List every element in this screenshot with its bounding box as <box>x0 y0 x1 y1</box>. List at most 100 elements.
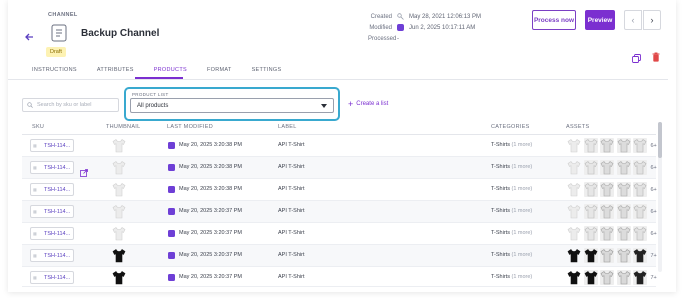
category-more[interactable]: (1 more) <box>511 230 532 236</box>
chevron-right-icon[interactable]: › <box>643 10 661 30</box>
asset-thumbnail[interactable] <box>600 226 614 241</box>
tshirt-thumbnail <box>112 204 126 219</box>
back-arrow-icon[interactable] <box>24 31 38 45</box>
label-value: API T-Shirt <box>278 208 305 214</box>
table-row[interactable]: ▦ TSH-114... May 20, 2025 3:20:37 PM API T-… <box>22 245 657 267</box>
assets-more-count[interactable]: 6+ <box>651 143 657 149</box>
tab-attributes[interactable]: ATTRIBUTES <box>87 67 144 77</box>
asset-thumbnail[interactable] <box>567 138 581 153</box>
last-modified-value: May 20, 2025 3:20:37 PM <box>179 252 242 258</box>
asset-thumbnail[interactable] <box>633 270 647 285</box>
asset-thumbnail[interactable] <box>633 138 647 153</box>
asset-thumbnail[interactable] <box>567 182 581 197</box>
asset-thumbnail[interactable] <box>567 160 581 175</box>
category-more[interactable]: (1 more) <box>511 142 532 148</box>
asset-thumbnail[interactable] <box>633 204 647 219</box>
asset-thumbnail[interactable] <box>633 248 647 263</box>
process-now-button[interactable]: Process now <box>532 10 576 30</box>
sku-field[interactable]: ▦ TSH-114... <box>30 227 74 240</box>
col-label[interactable]: LABEL <box>278 124 297 130</box>
category-value: T-Shirts (1 more) <box>491 252 532 258</box>
sku-field[interactable]: ▦ TSH-114... <box>30 183 74 196</box>
asset-thumbnail[interactable] <box>583 248 598 263</box>
asset-thumbnail[interactable] <box>583 270 598 285</box>
assets-strip: 6+ <box>567 226 657 241</box>
image-placeholder-icon: ▦ <box>33 275 37 280</box>
asset-thumbnail[interactable] <box>616 270 631 285</box>
tab-instructions[interactable]: INSTRUCTIONS <box>22 67 87 77</box>
chevron-left-icon[interactable]: ‹ <box>624 10 642 30</box>
asset-thumbnail[interactable] <box>600 248 614 263</box>
asset-thumbnail[interactable] <box>600 204 614 219</box>
table-row[interactable]: ▦ TSH-114... May 20, 2025 3:20:38 PM API T-… <box>22 179 657 201</box>
asset-thumbnail[interactable] <box>567 270 581 285</box>
asset-thumbnail[interactable] <box>616 182 631 197</box>
asset-thumbnail[interactable] <box>633 182 647 197</box>
assets-more-count[interactable]: 7+ <box>651 253 657 259</box>
processed-value: - <box>397 36 399 42</box>
scrollbar-thumb[interactable] <box>658 122 662 158</box>
tab-format[interactable]: FORMAT <box>197 67 242 77</box>
asset-thumbnail[interactable] <box>633 160 647 175</box>
copy-icon[interactable] <box>632 50 641 63</box>
assets-more-count[interactable]: 6+ <box>651 165 657 171</box>
sku-field[interactable]: ▦ TSH-114... <box>30 249 74 262</box>
preview-button[interactable]: Preview <box>585 10 615 30</box>
table-row[interactable]: ▦ TSH-114... May 20, 2025 3:20:38 PM API T-… <box>22 135 657 157</box>
asset-thumbnail[interactable] <box>583 160 598 175</box>
col-assets[interactable]: ASSETS <box>566 124 590 130</box>
category-name: T-Shirts <box>491 142 510 148</box>
col-categories[interactable]: CATEGORIES <box>491 124 530 130</box>
asset-thumbnail[interactable] <box>616 248 631 263</box>
table-row[interactable]: ▦ TSH-114... May 20, 2025 3:20:37 PM API T-… <box>22 267 657 287</box>
assets-more-count[interactable]: 7+ <box>651 275 657 281</box>
assets-more-count[interactable]: 6+ <box>651 231 657 237</box>
open-in-new-icon[interactable] <box>80 164 88 177</box>
sku-value: TSH-114... <box>44 142 71 149</box>
table-row[interactable]: ▦ TSH-114... May 20, 2025 3:20:37 PM API T-… <box>22 201 657 223</box>
asset-thumbnail[interactable] <box>567 226 581 241</box>
asset-thumbnail[interactable] <box>616 160 631 175</box>
category-more[interactable]: (1 more) <box>511 164 532 170</box>
table-row[interactable]: ▦ TSH-114... May 20, 2025 3:20:38 PM API T-… <box>22 157 657 179</box>
asset-thumbnail[interactable] <box>583 204 598 219</box>
asset-thumbnail[interactable] <box>616 226 631 241</box>
col-thumbnail[interactable]: THUMBNAIL <box>106 124 140 130</box>
category-more[interactable]: (1 more) <box>511 186 532 192</box>
category-name: T-Shirts <box>491 230 510 236</box>
delete-icon[interactable] <box>652 49 660 62</box>
created-key-icon <box>397 13 404 20</box>
category-more[interactable]: (1 more) <box>511 274 532 280</box>
sku-field[interactable]: ▦ TSH-114... <box>30 139 74 152</box>
tab-products[interactable]: PRODUCTS <box>144 67 197 77</box>
asset-thumbnail[interactable] <box>600 270 614 285</box>
search-input[interactable] <box>37 102 117 108</box>
asset-thumbnail[interactable] <box>633 226 647 241</box>
col-last-modified[interactable]: LAST MODIFIED <box>167 124 213 130</box>
asset-thumbnail[interactable] <box>583 138 598 153</box>
search-box[interactable] <box>22 98 119 112</box>
asset-thumbnail[interactable] <box>567 204 581 219</box>
category-more[interactable]: (1 more) <box>511 252 532 258</box>
sku-field[interactable]: ▦ TSH-114... <box>30 205 74 218</box>
caret-down-icon <box>321 104 327 108</box>
table-row[interactable]: ▦ TSH-114... May 20, 2025 3:20:37 PM API T-… <box>22 223 657 245</box>
asset-thumbnail[interactable] <box>616 138 631 153</box>
asset-thumbnail[interactable] <box>583 182 598 197</box>
product-list-select[interactable]: All products <box>130 98 334 113</box>
assets-more-count[interactable]: 6+ <box>651 187 657 193</box>
col-sku[interactable]: SKU <box>32 124 44 130</box>
sku-field[interactable]: ▦ TSH-114... <box>30 161 74 174</box>
asset-thumbnail[interactable] <box>600 160 614 175</box>
asset-thumbnail[interactable] <box>583 226 598 241</box>
asset-thumbnail[interactable] <box>600 182 614 197</box>
assets-more-count[interactable]: 6+ <box>651 209 657 215</box>
tab-settings[interactable]: SETTINGS <box>242 67 292 77</box>
create-list-link[interactable]: + Create a list <box>348 100 388 109</box>
asset-thumbnail[interactable] <box>567 248 581 263</box>
sku-value: TSH-114... <box>44 208 71 215</box>
asset-thumbnail[interactable] <box>616 204 631 219</box>
sku-field[interactable]: ▦ TSH-114... <box>30 271 74 284</box>
asset-thumbnail[interactable] <box>600 138 614 153</box>
category-more[interactable]: (1 more) <box>511 208 532 214</box>
